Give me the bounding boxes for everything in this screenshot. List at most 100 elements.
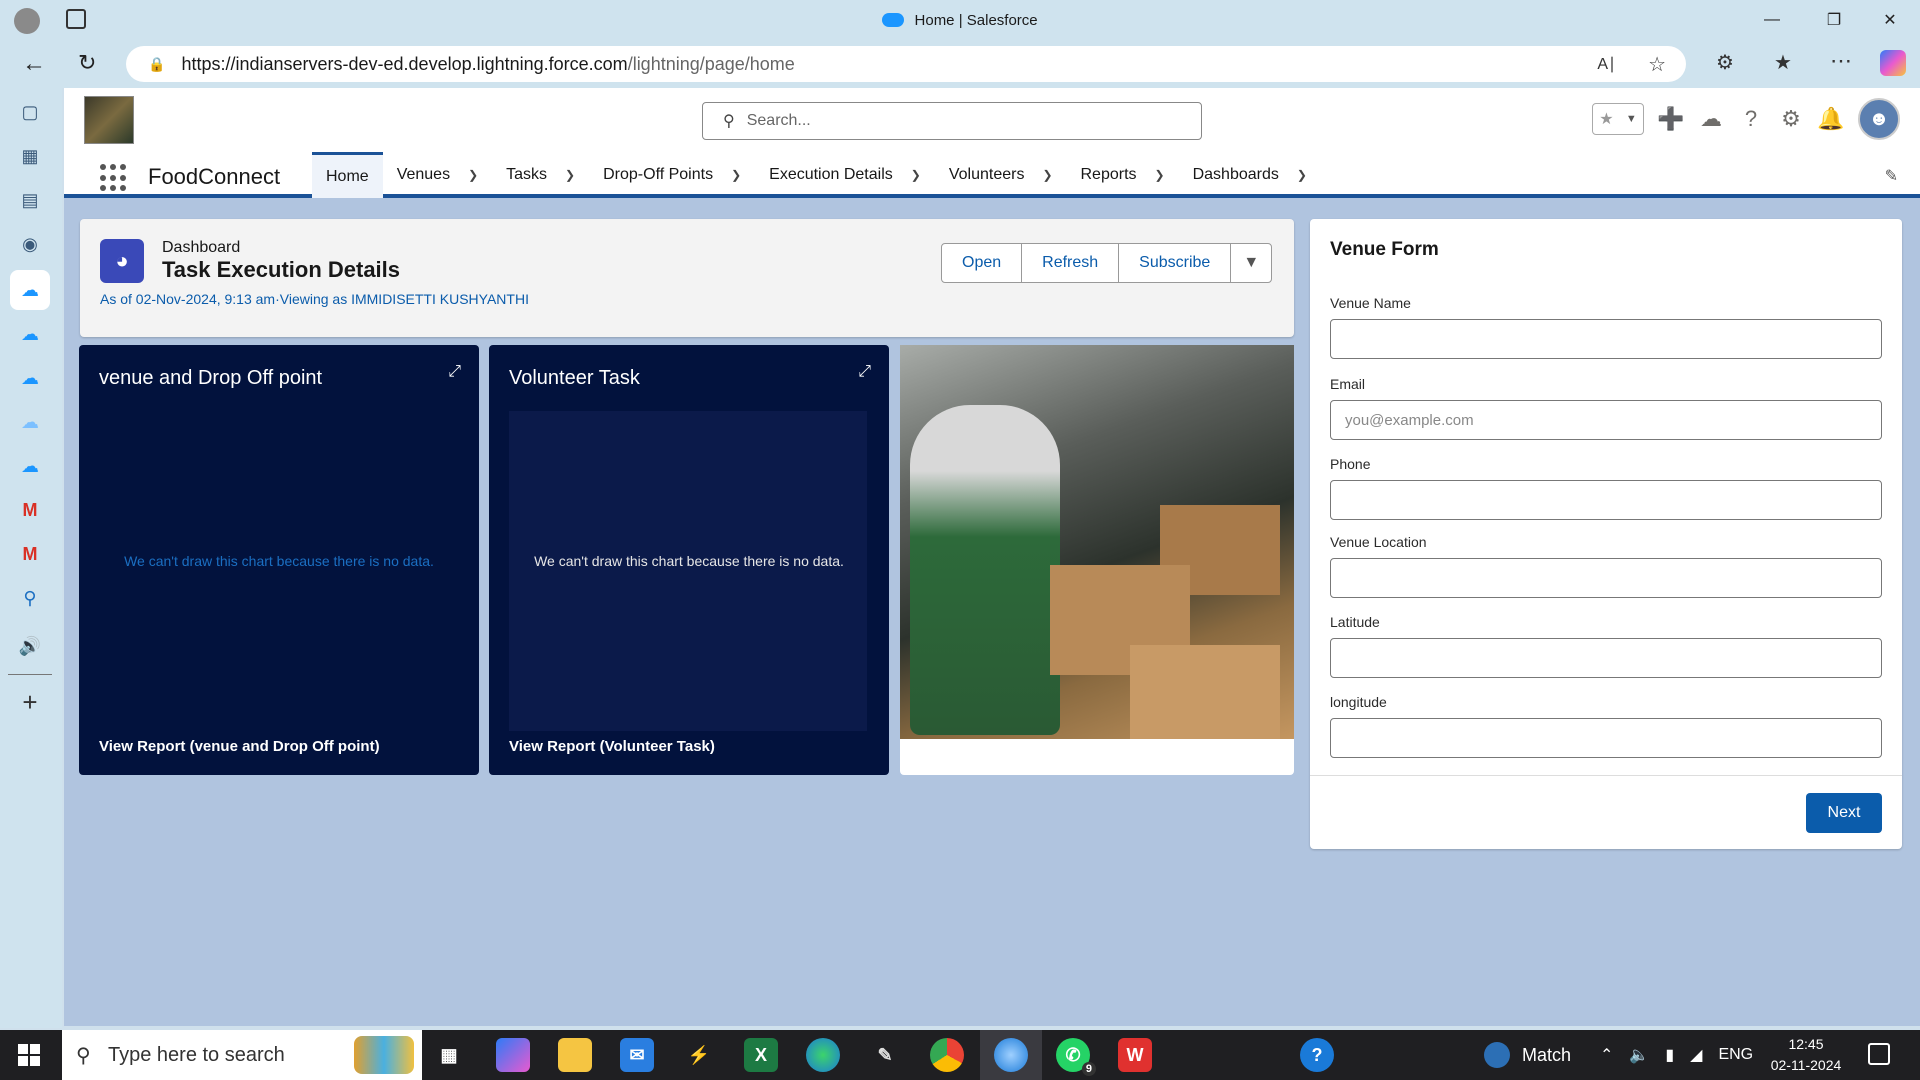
salesforce-tab-icon[interactable]: ☁ (10, 446, 50, 486)
view-report-link[interactable]: View Report (venue and Drop Off point) (99, 738, 380, 755)
edit-nav-pencil-icon[interactable]: ✎ (1885, 166, 1898, 186)
chevron-down-icon[interactable]: ❯ (731, 168, 741, 182)
refresh-button[interactable]: Refresh (1021, 243, 1120, 283)
more-actions-dropdown[interactable]: ▼ (1230, 243, 1273, 283)
weather-label[interactable]: Match (1522, 1045, 1571, 1066)
phone-input[interactable] (1330, 480, 1882, 520)
sidebar-app-icon[interactable]: ◉ (10, 224, 50, 264)
venue-name-input[interactable] (1330, 319, 1882, 359)
org-logo[interactable] (84, 96, 134, 144)
tab-reports[interactable]: Reports ❯ (1067, 152, 1179, 198)
file-explorer-icon[interactable] (558, 1038, 592, 1072)
help-icon[interactable]: ? (1738, 106, 1764, 132)
tab-tasks[interactable]: Tasks ❯ (492, 152, 589, 198)
lock-icon: 🔒 (148, 55, 166, 72)
back-icon[interactable]: ← (22, 50, 46, 78)
gmail-icon[interactable]: M (10, 490, 50, 530)
salesforce-tab-icon[interactable]: ☁ (10, 314, 50, 354)
chevron-down-icon[interactable]: ❯ (911, 168, 921, 182)
copilot-icon[interactable] (1880, 50, 1906, 76)
chrome-icon[interactable] (930, 1038, 964, 1072)
view-report-link[interactable]: View Report (Volunteer Task) (509, 738, 715, 755)
tab-dashboards[interactable]: Dashboards ❯ (1179, 152, 1321, 198)
task-view-icon[interactable]: ▦ (432, 1038, 466, 1072)
setup-gear-icon[interactable]: ⚙ (1778, 106, 1804, 132)
edge-icon[interactable] (806, 1038, 840, 1072)
search-icon[interactable]: ⚲ (10, 578, 50, 618)
language-indicator[interactable]: ENG (1718, 1046, 1753, 1064)
sidebar-app-icon[interactable]: ▤ (10, 180, 50, 220)
edge-profile-icon[interactable] (994, 1038, 1028, 1072)
start-button[interactable] (18, 1044, 40, 1066)
chevron-down-icon[interactable]: ❯ (1042, 168, 1052, 182)
salesforce-tab-icon[interactable]: ☁ (10, 358, 50, 398)
next-button[interactable]: Next (1806, 793, 1882, 833)
expand-icon[interactable]: ⤢ (858, 363, 871, 381)
clock[interactable]: 12:45 02-11-2024 (1766, 1034, 1846, 1076)
taskbar-search-input[interactable]: ⚲ Type here to search (62, 1030, 422, 1080)
expand-icon[interactable]: ⤢ (448, 363, 461, 381)
network-icon[interactable]: ◢ (1690, 1045, 1702, 1065)
favorites-icon[interactable]: ★ (1774, 50, 1792, 75)
wps-office-icon[interactable]: W (1118, 1038, 1152, 1072)
notification-badge: 9 (1081, 1062, 1096, 1076)
open-button[interactable]: Open (941, 243, 1023, 283)
app-name: FoodConnect (148, 164, 281, 189)
speaker-icon[interactable]: 🔈 (1629, 1045, 1649, 1065)
venue-location-input[interactable] (1330, 558, 1882, 598)
add-icon[interactable]: + (10, 682, 50, 722)
latitude-input[interactable] (1330, 638, 1882, 678)
battery-icon[interactable]: ▮ (1665, 1045, 1674, 1065)
trailhead-icon[interactable]: ☁ (1698, 106, 1724, 132)
tab-actions-icon[interactable]: ▢ (10, 92, 50, 132)
read-aloud-icon[interactable]: A∣ (1597, 54, 1616, 74)
chevron-up-icon[interactable]: ⌃ (1600, 1045, 1613, 1065)
sidebar-divider (8, 674, 52, 675)
longitude-input[interactable] (1330, 718, 1882, 758)
app-icon[interactable]: ✎ (868, 1038, 902, 1072)
search-icon: ⚲ (76, 1044, 91, 1067)
latitude-label: Latitude (1330, 614, 1380, 630)
salesforce-tab-icon[interactable]: ☁ (10, 270, 50, 310)
email-input[interactable]: you@example.com (1330, 400, 1882, 440)
global-actions-icon[interactable]: ➕ (1657, 106, 1684, 132)
subscribe-button[interactable]: Subscribe (1118, 243, 1232, 283)
extensions-icon[interactable]: ⚙ (1716, 50, 1734, 75)
favorite-star-icon[interactable]: ☆ (1648, 52, 1666, 77)
chevron-down-icon[interactable]: ❯ (565, 168, 575, 182)
salesforce-tab-icon[interactable]: ☁ (10, 402, 50, 442)
gmail-icon[interactable]: M (10, 534, 50, 574)
mail-icon[interactable]: ✉ (620, 1038, 654, 1072)
excel-icon[interactable]: X (744, 1038, 778, 1072)
minimize-button[interactable]: — (1744, 0, 1800, 40)
app-launcher-icon[interactable] (100, 164, 128, 192)
help-taskbar-icon[interactable]: ? (1300, 1038, 1334, 1072)
browser-toolbar: ← ↻ 🔒 https://indianservers-dev-ed.devel… (0, 40, 1920, 88)
more-icon[interactable]: ⋯ (1830, 48, 1852, 74)
tab-volunteers[interactable]: Volunteers ❯ (935, 152, 1067, 198)
tab-home[interactable]: Home (312, 152, 383, 198)
reload-icon[interactable]: ↻ (78, 50, 96, 76)
notification-center-icon[interactable] (1868, 1043, 1890, 1065)
notifications-bell-icon[interactable]: 🔔 (1817, 106, 1844, 132)
chart-title: Volunteer Task (509, 367, 640, 389)
address-bar[interactable]: 🔒 https://indianservers-dev-ed.develop.l… (126, 46, 1686, 82)
favorites-button[interactable]: ★ ▼ (1592, 103, 1644, 135)
user-avatar[interactable]: ☻ (1858, 98, 1900, 140)
close-button[interactable]: ✕ (1862, 0, 1918, 40)
restore-button[interactable]: ❐ (1806, 0, 1862, 40)
copilot-taskbar-icon[interactable] (496, 1038, 530, 1072)
whatsapp-icon[interactable]: ✆ 9 (1056, 1038, 1096, 1076)
chevron-down-icon[interactable]: ❯ (468, 168, 478, 182)
tab-venues[interactable]: Venues ❯ (383, 152, 492, 198)
tab-drop-off-points[interactable]: Drop-Off Points ❯ (589, 152, 755, 198)
tab-execution-details[interactable]: Execution Details ❯ (755, 152, 935, 198)
chevron-down-icon[interactable]: ❯ (1155, 168, 1165, 182)
sidebar-app-icon[interactable]: ▦ (10, 136, 50, 176)
app-icon[interactable]: ⚡ (682, 1038, 716, 1072)
chevron-down-icon[interactable]: ❯ (1297, 168, 1307, 182)
weather-icon[interactable] (1484, 1042, 1510, 1068)
global-search-input[interactable]: ⚲ Search... (702, 102, 1202, 140)
chart-card-volunteer-task: Volunteer Task ⤢ We can't draw this char… (489, 345, 889, 775)
audio-icon[interactable]: 🔊 (10, 626, 50, 666)
